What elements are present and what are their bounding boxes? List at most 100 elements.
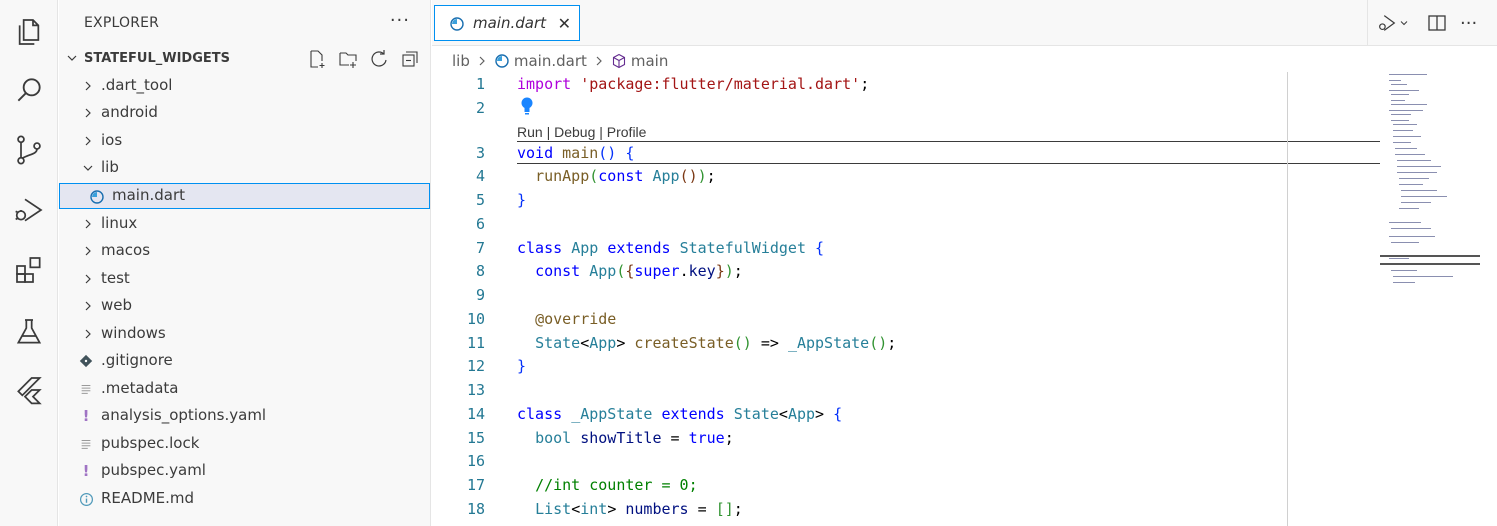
code-text: bool showTitle = true;: [535, 429, 734, 447]
code-line: 2: [432, 96, 1380, 120]
code-line: 16: [432, 449, 1380, 473]
tree-item-label: android: [101, 103, 158, 121]
code-text: //int counter = 0;: [535, 476, 698, 494]
tree-item-label: lib: [101, 158, 119, 176]
line-number: 3: [475, 144, 485, 162]
tree-item-dart-tool[interactable]: .dart_tool: [59, 73, 430, 99]
code-text: class App extends StatefulWidget {: [517, 239, 825, 257]
flutter-icon[interactable]: [11, 372, 47, 408]
tree-item-label: .dart_tool: [101, 76, 173, 94]
collapse-all-icon[interactable]: [400, 49, 420, 69]
chevron-right-icon: [85, 301, 91, 311]
tree-item-label: windows: [101, 324, 166, 342]
tree-item-pubspec-yaml[interactable]: ! pubspec.yaml: [59, 458, 430, 484]
line-number: 5: [475, 191, 485, 209]
split-editor-icon[interactable]: [1426, 12, 1448, 34]
line-number: 17: [466, 476, 485, 494]
search-icon[interactable]: [11, 72, 47, 108]
tree-item-android[interactable]: android: [59, 100, 430, 126]
run-debug-icon[interactable]: [1376, 12, 1410, 34]
tree-item-label: analysis_options.yaml: [101, 406, 267, 424]
line-number: 2: [475, 99, 485, 117]
tab-label: main.dart: [473, 14, 547, 32]
explorer-title: EXPLORER: [84, 15, 160, 31]
code-line: 5}: [432, 188, 1380, 212]
more-actions-icon[interactable]: ···: [390, 10, 410, 31]
chevron-right-icon: [85, 274, 91, 284]
code-line: 14 class _AppState extends State<App> {: [432, 402, 1380, 426]
chevron-right-icon: [596, 56, 602, 66]
code-text: @override: [535, 310, 617, 328]
line-number: 7: [475, 239, 485, 257]
tree-item-label: macos: [101, 241, 151, 259]
code-text: class _AppState extends State<App> {: [517, 405, 843, 423]
explorer-icon[interactable]: [11, 14, 47, 50]
activity-bar: [0, 0, 58, 526]
chevron-right-icon: [85, 108, 91, 118]
tree-item-label: pubspec.yaml: [101, 461, 206, 479]
tree-item-label: pubspec.lock: [101, 434, 200, 452]
line-number: 12: [466, 357, 485, 375]
tree-item-gitignore[interactable]: .gitignore: [59, 348, 430, 374]
refresh-icon[interactable]: [369, 49, 389, 69]
breadcrumb-main[interactable]: main: [631, 52, 668, 70]
workspace-name: STATEFUL_WIDGETS: [84, 51, 230, 66]
tree-item-metadata[interactable]: .metadata: [59, 376, 430, 402]
breadcrumb-main-dart[interactable]: main.dart: [514, 52, 587, 70]
code-text: runApp(const App());: [535, 167, 716, 185]
tree-item-test[interactable]: test: [59, 266, 430, 292]
code-text: void main() {: [517, 144, 635, 162]
code-editor[interactable]: 1 import 'package:flutter/material.dart';…: [432, 72, 1288, 526]
extensions-icon[interactable]: [11, 252, 47, 288]
line-number: 9: [475, 286, 485, 304]
run-debug-icon[interactable]: [11, 192, 47, 228]
breadcrumb-lib[interactable]: lib: [452, 52, 470, 70]
line-number: 14: [466, 405, 485, 423]
code-line: 4 runApp(const App());: [432, 164, 1380, 188]
tree-item-pubspec-lock[interactable]: pubspec.lock: [59, 431, 430, 457]
chevron-right-icon: [85, 81, 91, 91]
source-control-icon[interactable]: [11, 132, 47, 168]
dart-file-icon: [450, 17, 464, 31]
tree-item-label: main.dart: [112, 186, 186, 204]
tree-item-label: linux: [101, 214, 138, 232]
code-text: }: [517, 191, 527, 209]
line-number: 10: [466, 310, 485, 328]
code-line: 8 const App({super.key});: [432, 259, 1380, 283]
line-number: 16: [466, 452, 485, 470]
scroll-marker: [1380, 263, 1480, 265]
code-text: List<int> numbers = [];: [535, 500, 743, 518]
code-line: 10 @override: [432, 307, 1380, 331]
chevron-right-icon: [85, 219, 91, 229]
close-icon[interactable]: ✕: [558, 14, 571, 33]
minimap[interactable]: [1385, 72, 1485, 302]
breadcrumb: lib main.dart main: [452, 50, 668, 72]
new-file-icon[interactable]: [307, 49, 327, 69]
tree-item-web[interactable]: web: [59, 293, 430, 319]
info-icon: [77, 490, 95, 508]
git-file-icon: [77, 352, 95, 370]
chevron-right-icon: [479, 56, 485, 66]
chevron-down-icon: [1400, 21, 1408, 26]
text-file-icon: [77, 435, 95, 453]
tree-item-macos[interactable]: macos: [59, 238, 430, 264]
tab-main-dart[interactable]: main.dart ✕: [434, 5, 580, 41]
tree-item-linux[interactable]: linux: [59, 211, 430, 237]
line-number: 6: [475, 215, 485, 233]
code-line: 9: [432, 283, 1380, 307]
tree-item-label: .gitignore: [101, 351, 173, 369]
editor-tabbar: main.dart ✕ ···: [432, 0, 1497, 46]
tree-item-main-dart[interactable]: main.dart: [59, 183, 430, 209]
testing-icon[interactable]: [11, 314, 47, 350]
code-line: 3 void main() {: [432, 141, 1380, 165]
tree-item-analysis-options[interactable]: ! analysis_options.yaml: [59, 403, 430, 429]
more-actions-icon[interactable]: ···: [1460, 12, 1477, 34]
tree-item-windows[interactable]: windows: [59, 321, 430, 347]
tree-item-ios[interactable]: ios: [59, 128, 430, 154]
workspace-section-header[interactable]: STATEFUL_WIDGETS: [59, 46, 430, 72]
tree-item-readme[interactable]: README.md: [59, 486, 430, 512]
text-file-icon: [77, 380, 95, 398]
tree-item-lib[interactable]: lib: [59, 155, 430, 181]
line-number: 4: [475, 167, 485, 185]
new-folder-icon[interactable]: [338, 49, 358, 69]
